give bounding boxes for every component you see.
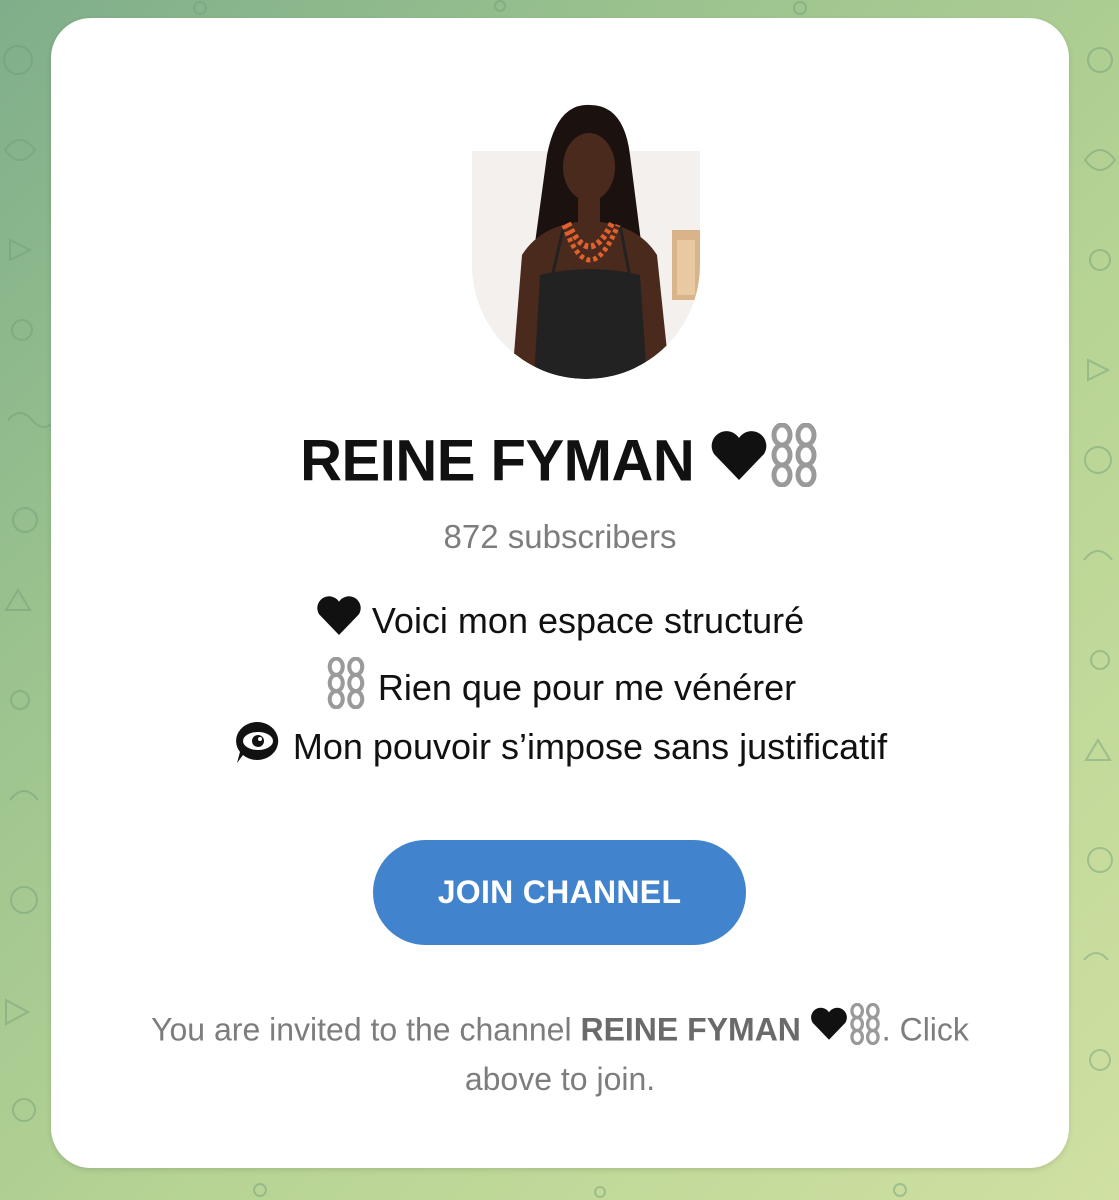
description-line: Voici mon espace structuré: [51, 595, 1069, 649]
subscriber-count: 872 subscribers: [443, 518, 677, 555]
channel-avatar[interactable]: [472, 95, 700, 379]
channel-title: REINE FYMAN: [51, 422, 1069, 504]
black-heart-icon: [710, 429, 768, 496]
chains-icon: [768, 422, 820, 501]
invite-channel-name: REINE FYMAN: [580, 1011, 801, 1048]
chains-icon: [324, 656, 368, 718]
join-channel-button[interactable]: JOIN CHANNEL: [373, 840, 746, 945]
description-line: Rien que pour me vénérer: [51, 656, 1069, 721]
black-heart-icon: [810, 1007, 848, 1051]
channel-title-text: REINE FYMAN: [300, 428, 695, 494]
description-text: Mon pouvoir s’impose sans justificatif: [292, 726, 888, 768]
invite-text: You are invited to the channel REINE FYM…: [91, 1002, 1029, 1100]
eye-in-speech-bubble-icon: [233, 719, 283, 774]
description-text: Voici mon espace structuré: [371, 600, 805, 642]
chains-icon: [848, 1002, 882, 1055]
avatar-photo: [472, 104, 700, 379]
black-heart-icon: [316, 595, 362, 646]
description-line: Mon pouvoir s’impose sans justificatif: [51, 719, 1069, 777]
channel-invite-card: REINE FYMAN 872 subscribers Voici mon es…: [51, 18, 1069, 1168]
description-text: Rien que pour me vénérer: [377, 667, 797, 709]
